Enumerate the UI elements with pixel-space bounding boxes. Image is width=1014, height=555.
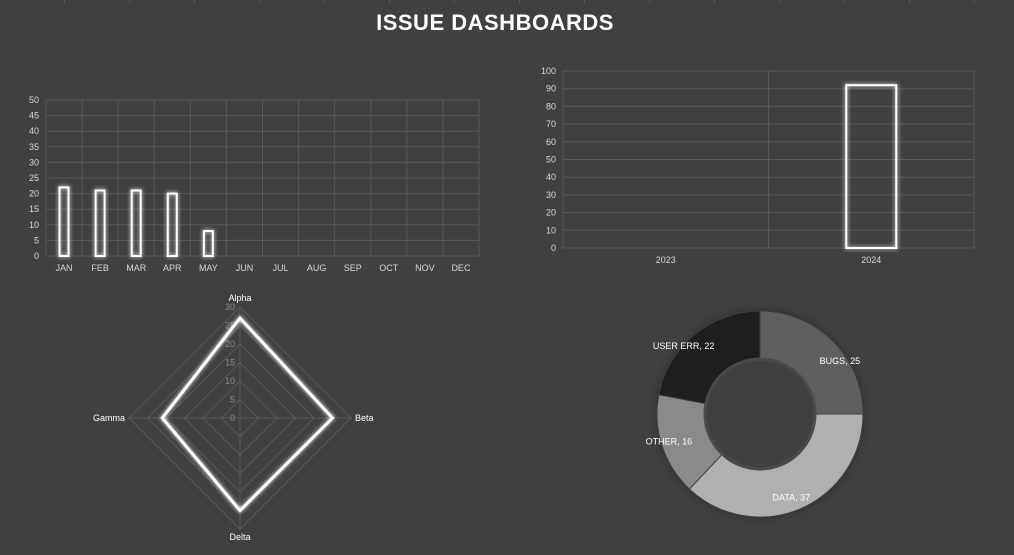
yearly-y-tick-label: 90 bbox=[546, 84, 556, 94]
yearly-x-tick-label: 2023 bbox=[656, 255, 676, 265]
monthly-x-tick-label: JAN bbox=[56, 263, 73, 273]
yearly-y-tick-label: 0 bbox=[551, 243, 556, 253]
yearly-bar-chart: 0 10 20 30 40 50 60 70 80 90 100 2023 2024 bbox=[541, 66, 975, 265]
monthly-x-tick-label: NOV bbox=[415, 263, 435, 273]
monthly-x-tick-label: MAY bbox=[199, 263, 218, 273]
monthly-y-tick-label: 50 bbox=[29, 95, 39, 105]
monthly-y-tick-label: 30 bbox=[29, 157, 39, 167]
monthly-y-tick-label: 25 bbox=[29, 173, 39, 183]
yearly-bar bbox=[845, 84, 898, 249]
yearly-y-tick-label: 60 bbox=[546, 137, 556, 147]
radar-r-tick-label: 0 bbox=[230, 413, 235, 423]
doughnut-slice-label: USER ERR, 22 bbox=[653, 341, 715, 351]
issue-doughnut-chart: BUGS, 25 DATA, 37 OTHER, 16 USER ERR, 22 bbox=[646, 309, 865, 519]
doughnut-slice-label: OTHER, 16 bbox=[646, 436, 693, 446]
monthly-x-tick-label: OCT bbox=[379, 263, 399, 273]
monthly-y-tick-label: 15 bbox=[29, 204, 39, 214]
yearly-y-tick-label: 80 bbox=[546, 101, 556, 111]
dashboard-charts: 05101520253035404550JAN FEB MAR APR MAY JUN JU… bbox=[29, 66, 975, 542]
monthly-y-tick-label: 20 bbox=[29, 189, 39, 199]
radar-r-tick-label: 20 bbox=[225, 339, 235, 349]
radar-category-label: Alpha bbox=[228, 293, 251, 303]
yearly-y-tick-label: 70 bbox=[546, 119, 556, 129]
yearly-y-tick-label: 50 bbox=[546, 155, 556, 165]
yearly-y-tick-label: 20 bbox=[546, 208, 556, 218]
monthly-bar-chart: 0 5 10 15 20 25 30 35 40 45 50 JAN FEB MAR APR MAY JUN JU… bbox=[29, 95, 480, 273]
monthly-x-tick-label: JUL bbox=[273, 263, 289, 273]
monthly-bar bbox=[202, 230, 214, 257]
doughnut-slice-label: BUGS, 25 bbox=[820, 356, 861, 366]
doughnut-hole bbox=[703, 357, 817, 471]
monthly-bar bbox=[94, 189, 106, 257]
radar-r-tick-label: 10 bbox=[225, 376, 235, 386]
monthly-x-tick-label: MAR bbox=[126, 263, 147, 273]
radar-category-label: Beta bbox=[355, 413, 374, 423]
radar-chart: 051015202530AlphaBetaDeltaGamma bbox=[93, 293, 374, 542]
yearly-x-tick-label: 2024 bbox=[861, 255, 881, 265]
monthly-x-tick-label: DEC bbox=[451, 263, 471, 273]
monthly-bar bbox=[130, 189, 142, 257]
radar-r-tick-label: 5 bbox=[230, 395, 235, 405]
yearly-y-tick-label: 100 bbox=[541, 66, 556, 76]
monthly-x-tick-label: APR bbox=[163, 263, 182, 273]
yearly-y-tick-label: 10 bbox=[546, 225, 556, 235]
monthly-y-tick-label: 0 bbox=[34, 251, 39, 261]
radar-category-label: Gamma bbox=[93, 413, 125, 423]
monthly-bar bbox=[58, 186, 70, 257]
radar-category-label: Delta bbox=[229, 532, 250, 542]
monthly-y-tick-label: 45 bbox=[29, 111, 39, 121]
monthly-y-tick-label: 40 bbox=[29, 126, 39, 136]
monthly-x-tick-label: FEB bbox=[91, 263, 109, 273]
monthly-x-tick-label: AUG bbox=[307, 263, 327, 273]
monthly-y-tick-label: 10 bbox=[29, 220, 39, 230]
radar-r-tick-label: 30 bbox=[225, 302, 235, 312]
monthly-y-tick-label: 35 bbox=[29, 142, 39, 152]
monthly-y-tick-label: 5 bbox=[34, 235, 39, 245]
yearly-y-tick-label: 30 bbox=[546, 190, 556, 200]
monthly-x-tick-label: SEP bbox=[344, 263, 362, 273]
monthly-x-tick-label: JUN bbox=[236, 263, 254, 273]
radar-r-tick-label: 15 bbox=[225, 358, 235, 368]
doughnut-slice-label: DATA, 37 bbox=[773, 493, 811, 503]
yearly-y-tick-label: 40 bbox=[546, 172, 556, 182]
